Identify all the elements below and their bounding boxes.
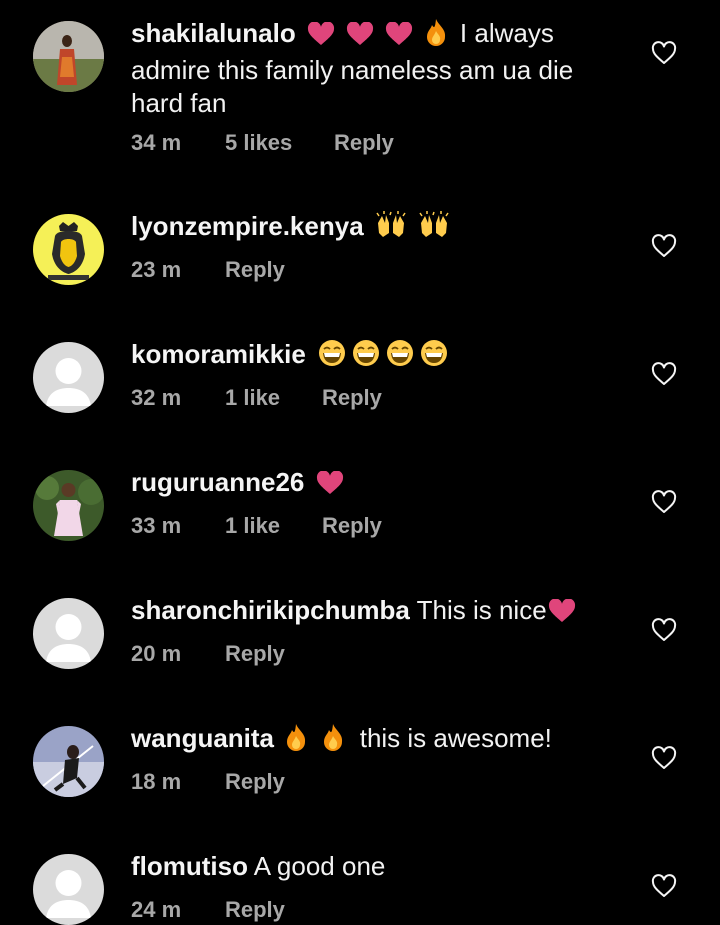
grin-emoji-icon [351, 339, 381, 375]
avatar[interactable] [33, 214, 104, 285]
comment-username[interactable]: komoramikkie [131, 339, 306, 369]
comment-likes[interactable]: 1 like [225, 385, 282, 411]
comment-time: 18 m [131, 769, 182, 794]
reply-button[interactable]: Reply [334, 130, 394, 156]
reply-button[interactable]: Reply [225, 769, 285, 795]
comment-meta: 24 m Reply [131, 897, 285, 923]
reply-button[interactable]: Reply [322, 513, 382, 539]
comment-text: sharonchirikipchumba This is nice [131, 594, 631, 631]
avatar[interactable] [33, 726, 104, 797]
comment-meta: 33 m 1 like Reply [131, 513, 382, 539]
comment-time: 32 m [131, 385, 182, 410]
comment-body: this is awesome! [359, 723, 552, 753]
comment-time: 33 m [131, 513, 182, 538]
comment-text: wanguanita this is awesome! [131, 722, 631, 759]
reply-button[interactable]: Reply [225, 257, 285, 283]
avatar[interactable] [33, 598, 104, 669]
comment-username[interactable]: shakilalunalo [131, 18, 296, 48]
comment-username[interactable]: flomutiso [131, 851, 248, 881]
comment-text: flomutiso A good one [131, 850, 631, 883]
like-heart-icon[interactable] [651, 618, 677, 642]
heart-emoji-icon [316, 470, 344, 503]
comment-time: 20 m [131, 641, 182, 666]
reply-button[interactable]: Reply [225, 897, 285, 923]
comment-body: A good one [253, 851, 386, 881]
like-heart-icon[interactable] [651, 874, 677, 898]
heart-emoji-icon [385, 21, 413, 54]
comment-meta: 20 m Reply [131, 641, 285, 667]
reply-button[interactable]: Reply [225, 641, 285, 667]
raising-hands-emoji-icon [375, 211, 407, 247]
comment-body: This is nice [416, 595, 547, 625]
heart-emoji-icon [307, 21, 335, 54]
fire-emoji-icon [425, 18, 447, 54]
comment-meta: 18 m Reply [131, 769, 285, 795]
reply-button[interactable]: Reply [322, 385, 382, 411]
comment-username[interactable]: sharonchirikipchumba [131, 595, 410, 625]
avatar[interactable] [33, 470, 104, 541]
like-heart-icon[interactable] [651, 41, 677, 65]
comment-text: lyonzempire.kenya [131, 210, 631, 247]
comment-meta: 23 m Reply [131, 257, 285, 283]
heart-emoji-icon [346, 21, 374, 54]
fire-emoji-icon [285, 723, 307, 759]
like-heart-icon[interactable] [651, 362, 677, 386]
avatar[interactable] [33, 342, 104, 413]
like-heart-icon[interactable] [651, 490, 677, 514]
comment-username[interactable]: lyonzempire.kenya [131, 211, 364, 241]
comment-likes[interactable]: 1 like [225, 513, 282, 539]
comment-likes[interactable]: 5 likes [225, 130, 294, 156]
fire-emoji-icon [322, 723, 344, 759]
comment-text: shakilalunalo I always admire this famil… [131, 17, 631, 120]
comment-time: 34 m [131, 130, 182, 155]
comment-meta: 34 m 5 likes Reply [131, 130, 394, 156]
comment-username[interactable]: wanguanita [131, 723, 274, 753]
raising-hands-emoji-icon [418, 211, 450, 247]
grin-emoji-icon [385, 339, 415, 375]
comment-time: 24 m [131, 897, 182, 922]
grin-emoji-icon [317, 339, 347, 375]
comment-meta: 32 m 1 like Reply [131, 385, 382, 411]
comment-time: 23 m [131, 257, 182, 282]
like-heart-icon[interactable] [651, 234, 677, 258]
avatar[interactable] [33, 854, 104, 925]
avatar[interactable] [33, 21, 104, 92]
comment-username[interactable]: ruguruanne26 [131, 467, 304, 497]
like-heart-icon[interactable] [651, 746, 677, 770]
grin-emoji-icon [419, 339, 449, 375]
heart-emoji-icon [548, 598, 576, 631]
comment-text: ruguruanne26 [131, 466, 631, 503]
comment-text: komoramikkie [131, 338, 631, 375]
